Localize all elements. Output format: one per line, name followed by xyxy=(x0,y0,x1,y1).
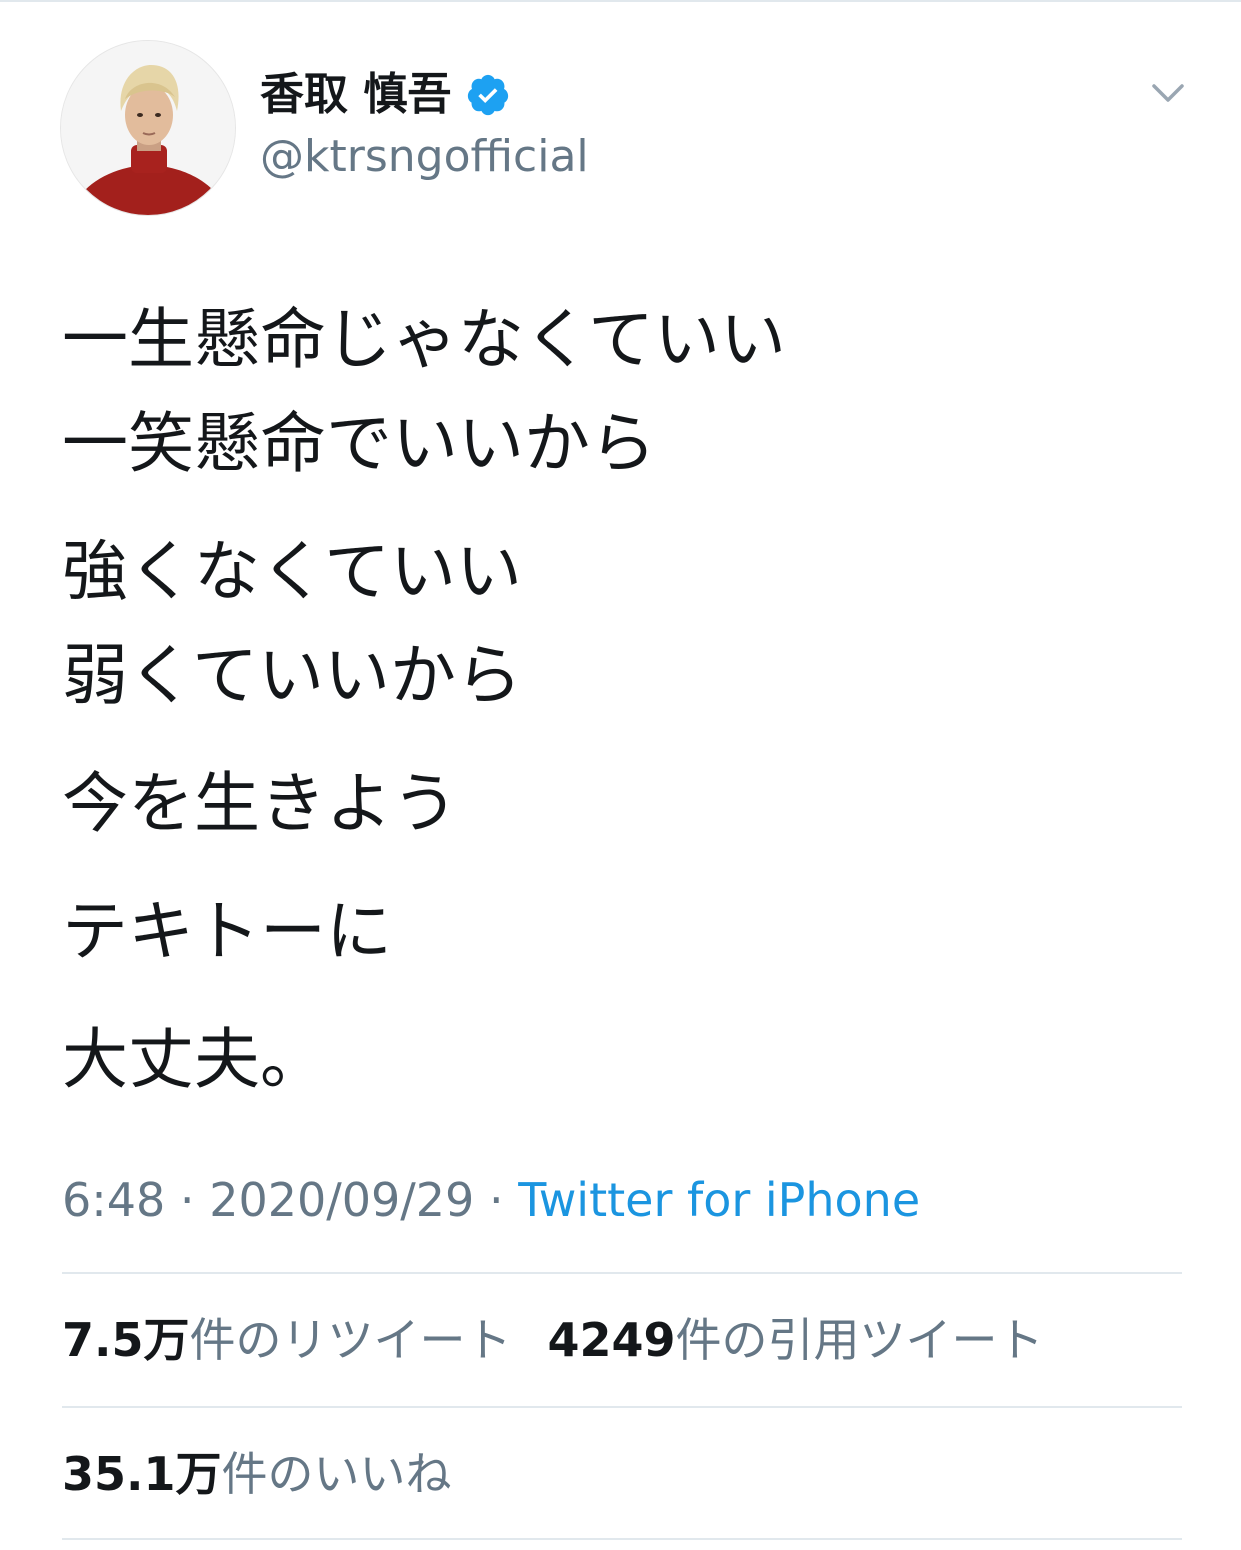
tweet-line: 今を生きよう xyxy=(62,765,458,842)
display-name[interactable]: 香取 慎吾 xyxy=(260,68,451,122)
tweet-paragraph: 今を生きよう xyxy=(62,752,1182,856)
verified-badge-icon xyxy=(468,74,509,116)
avatar-image xyxy=(61,41,235,215)
tweet-date[interactable]: 2020/09/29 xyxy=(209,1173,474,1227)
display-name-row[interactable]: 香取 慎吾 xyxy=(260,68,511,122)
tweet-line: 強くなくていい xyxy=(62,533,523,610)
tweet-line: 一生懸命じゃなくていい xyxy=(62,301,787,378)
tweet-source-link[interactable]: Twitter for iPhone xyxy=(518,1173,920,1227)
user-handle[interactable]: @ktrsngofficial xyxy=(260,130,589,184)
tweet-line: 大丈夫。 xyxy=(62,1021,326,1098)
meta-separator: · xyxy=(165,1173,210,1227)
likes-stat[interactable]: 35.1万件のいいね xyxy=(62,1447,452,1501)
tweet-paragraph: 一生懸命じゃなくていい 一笑懸命でいいから xyxy=(62,288,1182,496)
quotes-stat[interactable]: 4249件の引用ツイート xyxy=(548,1313,1044,1367)
divider xyxy=(62,1538,1182,1540)
likes-stats-row: 35.1万件のいいね xyxy=(62,1444,452,1504)
profile-avatar[interactable] xyxy=(60,40,236,216)
tweet-line: テキトーに xyxy=(62,893,392,970)
tweet-paragraph: テキトーに xyxy=(62,880,1182,984)
retweets-label: 件のリツイート xyxy=(189,1313,512,1367)
likes-label: 件のいいね xyxy=(221,1447,452,1501)
divider xyxy=(62,1272,1182,1274)
quotes-label: 件の引用ツイート xyxy=(675,1313,1044,1367)
tweet-meta: 6:48 · 2020/09/29 · Twitter for iPhone xyxy=(62,1170,920,1230)
top-divider xyxy=(0,0,1241,2)
meta-separator: · xyxy=(474,1173,519,1227)
tweet-paragraph: 大丈夫。 xyxy=(62,1008,1182,1112)
quotes-count: 4249 xyxy=(547,1313,676,1367)
tweet-line: 弱くていいから xyxy=(62,637,523,714)
retweets-count: 7.5万 xyxy=(62,1313,190,1367)
engagement-stats-row: 7.5万件のリツイート 4249件の引用ツイート xyxy=(62,1310,1044,1370)
tweet-line: 一笑懸命でいいから xyxy=(62,405,656,482)
divider xyxy=(62,1406,1182,1408)
retweets-stat[interactable]: 7.5万件のリツイート xyxy=(62,1313,512,1367)
tweet-paragraph: 強くなくていい 弱くていいから xyxy=(62,520,1182,728)
tweet-text: 一生懸命じゃなくていい 一笑懸命でいいから 強くなくていい 弱くていいから 今を… xyxy=(62,288,1182,1136)
chevron-down-icon[interactable] xyxy=(1148,76,1188,112)
tweet-time[interactable]: 6:48 xyxy=(62,1173,165,1227)
likes-count: 35.1万 xyxy=(62,1447,222,1501)
